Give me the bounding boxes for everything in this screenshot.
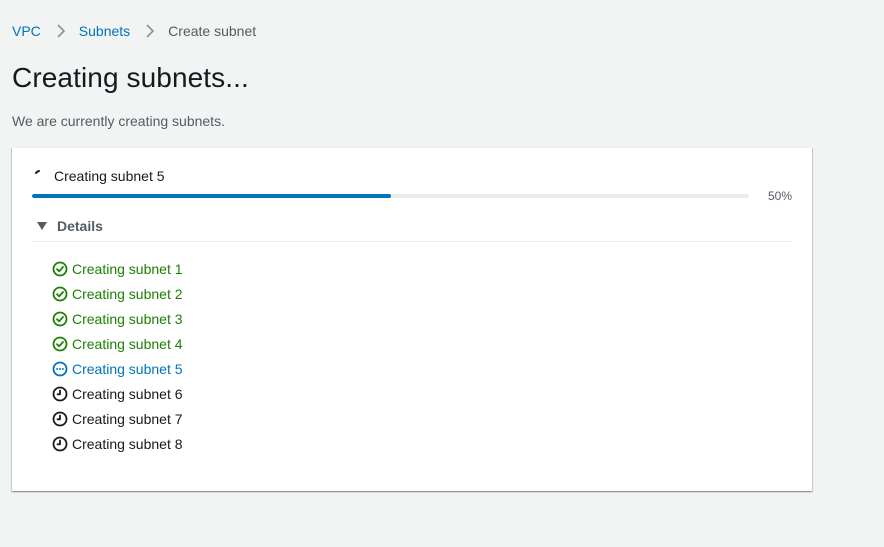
spinner-icon	[35, 170, 40, 174]
step-label: Creating subnet 3	[72, 310, 183, 327]
progress-bar	[32, 194, 749, 198]
chevron-right-icon	[57, 24, 65, 38]
check-circle-icon	[52, 286, 72, 302]
progress-label: Creating subnet 5	[54, 168, 165, 184]
clock-icon	[52, 386, 72, 402]
step-label: Creating subnet 7	[72, 410, 183, 427]
step-label: Creating subnet 6	[72, 385, 183, 402]
details-label: Details	[57, 218, 103, 234]
step-item: Creating subnet 6	[52, 381, 183, 406]
step-label: Creating subnet 4	[72, 335, 183, 352]
clock-icon	[52, 411, 72, 427]
progress-status: Creating subnet 5	[34, 168, 165, 184]
breadcrumb-create-subnet: Create subnet	[168, 23, 257, 39]
chevron-right-icon	[146, 24, 155, 38]
step-label: Creating subnet 8	[72, 435, 183, 452]
page-description: We are currently creating subnets.	[12, 113, 225, 129]
step-label: Creating subnet 2	[72, 285, 183, 302]
progress-bar-fill	[32, 194, 391, 198]
progress-card: Creating subnet 5 50% Details Creating s…	[12, 147, 812, 491]
step-list: Creating subnet 1 Creating subnet 2 Creati…	[52, 256, 183, 456]
check-circle-icon	[52, 311, 72, 327]
step-item: Creating subnet 5	[52, 356, 183, 381]
step-item: Creating subnet 7	[52, 406, 183, 431]
ellipsis-circle-icon	[52, 361, 72, 377]
breadcrumb: VPC Subnets Create subnet	[12, 21, 256, 41]
caret-down-icon	[37, 222, 47, 230]
breadcrumb-subnets[interactable]: Subnets	[79, 23, 130, 39]
step-item: Creating subnet 8	[52, 431, 183, 456]
details-toggle[interactable]: Details	[37, 218, 103, 234]
page-title: Creating subnets...	[12, 62, 249, 93]
check-circle-icon	[52, 261, 72, 277]
clock-icon	[52, 436, 72, 452]
step-item: Creating subnet 4	[52, 331, 183, 356]
step-label: Creating subnet 5	[72, 360, 183, 377]
details-divider	[32, 241, 792, 242]
check-circle-icon	[52, 336, 72, 352]
step-item: Creating subnet 3	[52, 306, 183, 331]
step-label: Creating subnet 1	[72, 260, 183, 277]
progress-percent: 50%	[767, 189, 792, 203]
step-item: Creating subnet 1	[52, 256, 183, 281]
breadcrumb-vpc[interactable]: VPC	[12, 23, 41, 39]
step-item: Creating subnet 2	[52, 281, 183, 306]
